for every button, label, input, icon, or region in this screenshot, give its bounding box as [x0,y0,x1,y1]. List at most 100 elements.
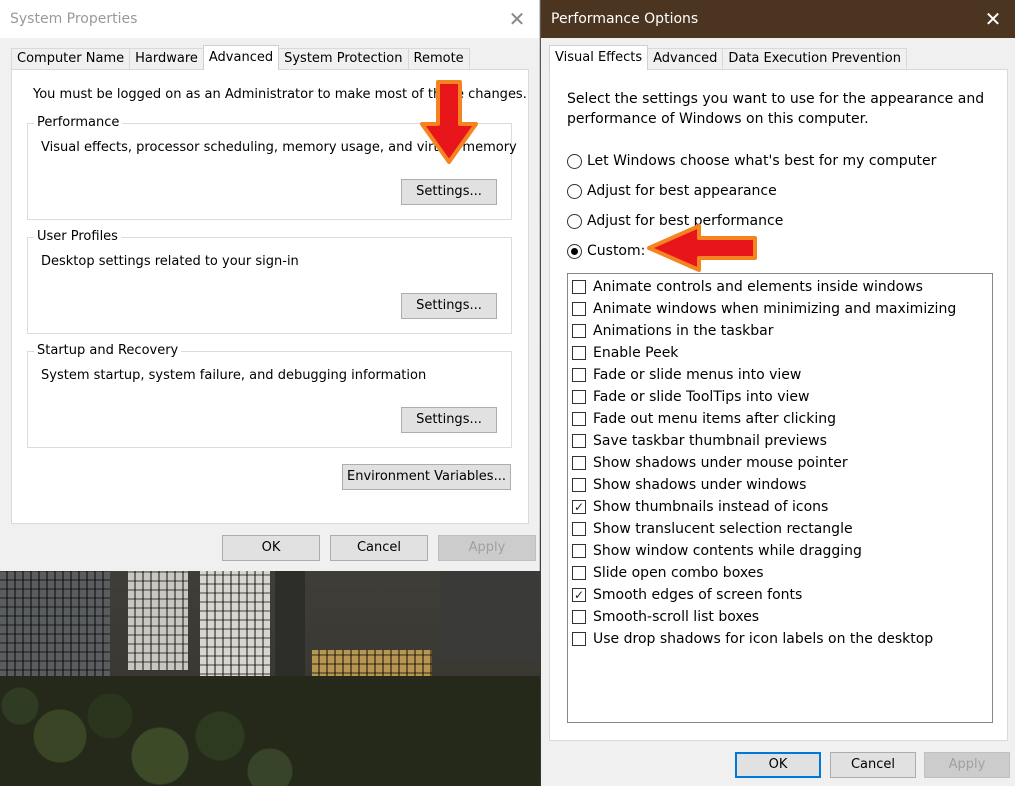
effect-option[interactable]: Fade out menu items after clicking [572,408,836,430]
checkbox-checked[interactable]: ✓ [572,588,586,602]
close-button[interactable]: ✕ [495,0,539,38]
effect-option[interactable]: Show window contents while dragging [572,540,862,562]
effect-option[interactable]: ✓ Show thumbnails instead of icons [572,496,828,518]
effect-option[interactable]: Fade or slide ToolTips into view [572,386,809,408]
red-arrow-icon [647,224,757,272]
tab-hardware[interactable]: Hardware [129,48,204,70]
effect-option[interactable]: Save taskbar thumbnail previews [572,430,827,452]
checkbox[interactable] [572,632,586,646]
window-title: System Properties [10,11,138,27]
building [440,570,540,660]
user-profiles-group: User Profiles Desktop settings related t… [27,229,512,334]
intro-text: Select the settings you want to use for … [567,91,985,127]
performance-settings-button[interactable]: Settings... [401,179,497,205]
effect-option[interactable]: Show translucent selection rectangle [572,518,853,540]
close-icon: ✕ [508,7,526,31]
effect-option[interactable]: Use drop shadows for icon labels on the … [572,628,933,650]
radio-button[interactable] [567,153,582,169]
tab-system-protection[interactable]: System Protection [278,48,409,70]
checkbox-checked[interactable]: ✓ [572,500,586,514]
checkmark-icon: ✓ [573,500,585,514]
checkbox[interactable] [572,522,586,536]
radio-button[interactable] [567,243,582,259]
cancel-button[interactable]: Cancel [330,535,428,561]
effect-label: Fade or slide ToolTips into view [593,389,810,405]
checkbox[interactable] [572,346,586,360]
effect-option[interactable]: ✓ Smooth edges of screen fonts [572,584,802,606]
titlebar: Performance Options ✕ [541,0,1015,38]
tab-computer-name[interactable]: Computer Name [11,48,131,70]
effect-label: Slide open combo boxes [593,565,764,581]
effect-option[interactable]: Fade or slide menus into view [572,364,801,386]
checkbox[interactable] [572,390,586,404]
tab-strip: Visual Effects Advanced Data Execution P… [549,45,907,70]
cancel-button[interactable]: Cancel [830,752,916,778]
effect-option[interactable]: Animate windows when minimizing and maxi… [572,298,956,320]
tab-strip: Computer Name Hardware Advanced System P… [11,45,470,70]
checkbox[interactable] [572,368,586,382]
checkbox[interactable] [572,434,586,448]
visual-effects-list[interactable]: Animate controls and elements inside win… [567,273,993,723]
tab-remote[interactable]: Remote [407,48,470,70]
checkbox[interactable] [572,456,586,470]
radio-custom[interactable]: Custom: [567,241,645,261]
effect-option[interactable]: Show shadows under windows [572,474,806,496]
tab-visual-effects[interactable]: Visual Effects [549,45,649,70]
checkbox[interactable] [572,544,586,558]
effect-label: Enable Peek [593,345,679,361]
effect-label: Show shadows under windows [593,477,807,493]
effect-option[interactable]: Animations in the taskbar [572,320,773,342]
checkbox[interactable] [572,412,586,426]
effect-label: Use drop shadows for icon labels on the … [593,631,934,647]
tab-advanced[interactable]: Advanced [647,48,724,70]
effect-label: Show thumbnails instead of icons [593,499,829,515]
radio-button[interactable] [567,213,582,229]
ok-button[interactable]: OK [735,752,821,778]
apply-button[interactable]: Apply [924,752,1010,778]
group-description: System startup, system failure, and debu… [41,368,427,383]
group-title: Performance [34,115,123,130]
close-icon: ✕ [984,7,1002,31]
apply-button[interactable]: Apply [438,535,536,561]
effect-label: Animate windows when minimizing and maxi… [593,301,957,317]
checkbox[interactable] [572,478,586,492]
effect-label: Fade or slide menus into view [593,367,802,383]
tab-data-execution-prevention[interactable]: Data Execution Prevention [722,48,907,70]
effect-label: Animations in the taskbar [593,323,774,339]
group-title: User Profiles [34,229,121,244]
visual-effects-panel: Select the settings you want to use for … [549,69,1008,741]
effect-label: Show shadows under mouse pointer [593,455,848,471]
group-title: Startup and Recovery [34,343,182,358]
radio-label: Custom: [587,243,646,259]
effect-label: Show translucent selection rectangle [593,521,853,537]
group-description: Desktop settings related to your sign-in [41,254,299,269]
checkbox[interactable] [572,610,586,624]
close-button[interactable]: ✕ [971,0,1015,38]
effect-option[interactable]: Smooth-scroll list boxes [572,606,759,628]
trees [0,676,540,786]
effect-option[interactable]: Animate controls and elements inside win… [572,276,923,298]
effect-label: Show window contents while dragging [593,543,862,559]
checkbox[interactable] [572,280,586,294]
ok-button[interactable]: OK [222,535,320,561]
checkbox[interactable] [572,324,586,338]
effect-label: Save taskbar thumbnail previews [593,433,827,449]
performance-options-window: Performance Options ✕ Visual Effects Adv… [541,0,1015,786]
user-profiles-settings-button[interactable]: Settings... [401,293,497,319]
checkmark-icon: ✓ [573,588,585,602]
effect-label: Fade out menu items after clicking [593,411,836,427]
radio-label: Adjust for best appearance [587,183,777,199]
tab-advanced[interactable]: Advanced [202,45,280,70]
effect-option[interactable]: Show shadows under mouse pointer [572,452,848,474]
checkbox[interactable] [572,566,586,580]
radio-best-appearance[interactable]: Adjust for best appearance [567,181,777,201]
checkbox[interactable] [572,302,586,316]
effect-option[interactable]: Slide open combo boxes [572,562,764,584]
effect-label: Smooth-scroll list boxes [593,609,760,625]
radio-button[interactable] [567,183,582,199]
radio-let-windows-choose[interactable]: Let Windows choose what's best for my co… [567,151,936,171]
system-properties-window: System Properties ✕ Computer Name Hardwa… [0,0,540,571]
environment-variables-button[interactable]: Environment Variables... [342,464,511,490]
effect-option[interactable]: Enable Peek [572,342,678,364]
startup-recovery-settings-button[interactable]: Settings... [401,407,497,433]
